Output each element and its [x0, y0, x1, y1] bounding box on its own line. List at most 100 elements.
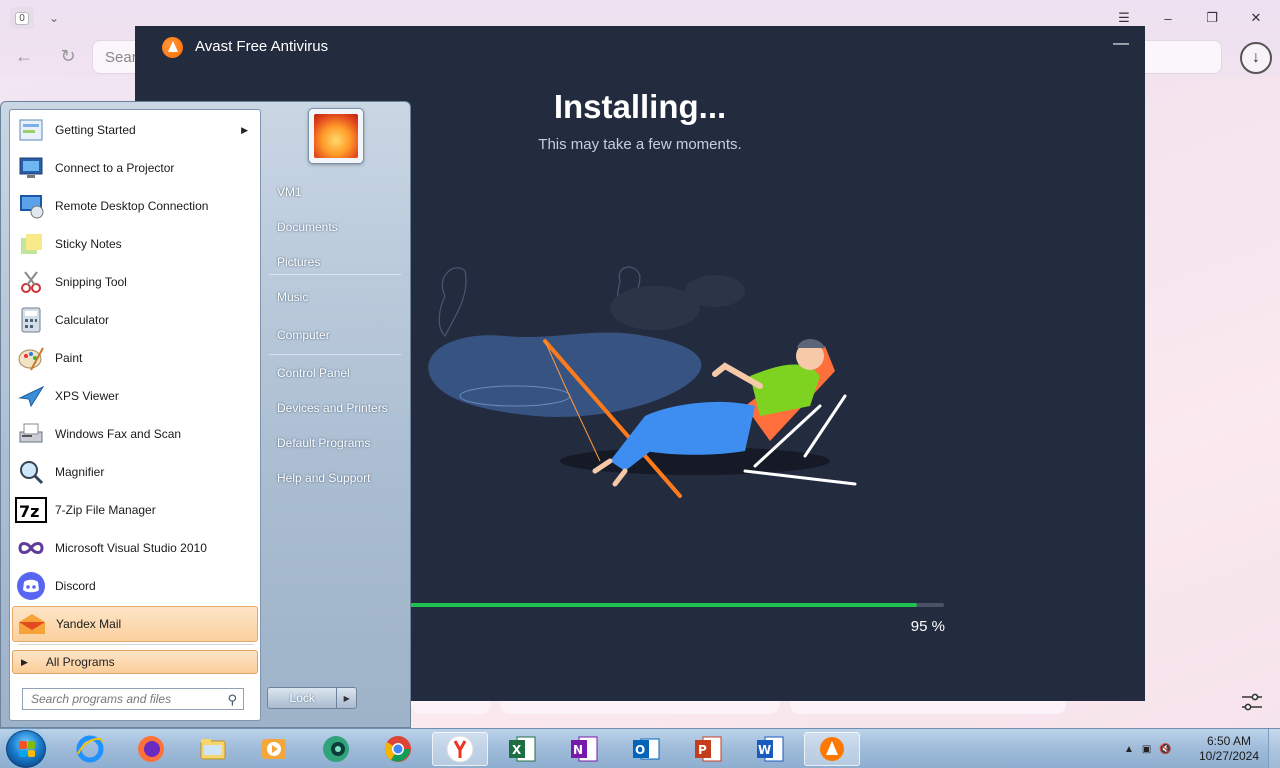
- start-menu-item-label: Windows Fax and Scan: [55, 427, 182, 441]
- fax-scan-icon: [14, 418, 48, 450]
- visual-studio-icon: [14, 532, 48, 564]
- tab-counter[interactable]: 0: [10, 7, 34, 29]
- start-menu-item[interactable]: Windows Fax and Scan: [12, 416, 258, 452]
- start-menu-item[interactable]: Microsoft Visual Studio 2010: [12, 530, 258, 566]
- calculator-icon: [14, 304, 48, 336]
- excel-icon: X: [507, 734, 537, 764]
- start-menu-item-label: 7-Zip File Manager: [55, 503, 156, 517]
- taskbar-app-button[interactable]: [185, 732, 241, 766]
- taskbar-clock[interactable]: 6:50 AM 10/27/2024: [1194, 734, 1264, 764]
- xps-viewer-icon: [14, 380, 48, 412]
- taskbar-app-button[interactable]: [804, 732, 860, 766]
- taskbar-app-button[interactable]: [308, 732, 364, 766]
- window-title: Avast Free Antivirus: [195, 38, 329, 55]
- taskbar-app-button[interactable]: [432, 732, 488, 766]
- start-menu-link[interactable]: Pictures: [277, 255, 320, 269]
- start-menu-item[interactable]: Discord: [12, 568, 258, 604]
- powerpoint-icon: P: [693, 734, 723, 764]
- word-icon: W: [755, 734, 785, 764]
- lock-label: Lock: [289, 691, 315, 705]
- firefox-icon: [136, 734, 166, 764]
- start-menu-item-label: Yandex Mail: [56, 617, 122, 631]
- sliders-icon[interactable]: [1240, 690, 1264, 714]
- start-menu-item[interactable]: 7z 7-Zip File Manager: [12, 492, 258, 528]
- avast-icon: [817, 734, 847, 764]
- remote-desktop-icon: [14, 190, 48, 222]
- restore-button[interactable]: ❐: [1194, 6, 1230, 30]
- all-programs-button[interactable]: ▶ All Programs: [12, 650, 258, 674]
- start-menu-item-label: Connect to a Projector: [55, 161, 175, 175]
- background-card: [500, 700, 780, 714]
- taskbar-app-button[interactable]: N: [556, 732, 612, 766]
- chevron-down-icon[interactable]: ⌄: [44, 8, 64, 28]
- start-menu-item[interactable]: Sticky Notes: [12, 226, 258, 262]
- reload-icon[interactable]: ↻: [54, 42, 82, 70]
- start-menu-item[interactable]: Paint: [12, 340, 258, 376]
- start-menu-link[interactable]: Help and Support: [277, 471, 370, 485]
- start-menu-item[interactable]: Getting Started ▶: [12, 112, 258, 148]
- clock-date: 10/27/2024: [1198, 749, 1260, 763]
- start-menu-link[interactable]: Devices and Printers: [277, 401, 388, 415]
- start-menu-programs-pane: Getting Started ▶ Connect to a Projector Re…: [9, 109, 261, 721]
- svg-text:W: W: [758, 743, 771, 757]
- network-icon[interactable]: ▣: [1142, 744, 1151, 755]
- taskbar-app-button[interactable]: [62, 732, 118, 766]
- start-menu-link[interactable]: Computer: [277, 328, 330, 342]
- start-menu-link[interactable]: VM1: [277, 185, 302, 199]
- user-avatar[interactable]: [308, 108, 364, 164]
- show-desktop-button[interactable]: [1268, 729, 1280, 768]
- start-menu-link[interactable]: Control Panel: [277, 366, 350, 380]
- taskbar-app-button[interactable]: P: [680, 732, 736, 766]
- start-menu-item[interactable]: Magnifier: [12, 454, 258, 490]
- download-icon[interactable]: ↓: [1240, 42, 1272, 74]
- paint-icon: [14, 342, 48, 374]
- taskbar-app-button[interactable]: [123, 732, 179, 766]
- tab-count-label: 0: [15, 11, 29, 25]
- svg-text:7z: 7z: [19, 502, 39, 521]
- start-menu-item-label: Getting Started: [55, 123, 136, 137]
- svg-text:P: P: [698, 743, 707, 757]
- start-menu-item[interactable]: Remote Desktop Connection: [12, 188, 258, 224]
- minimize-button[interactable]: —: [1111, 34, 1131, 54]
- start-menu-item-label: Microsoft Visual Studio 2010: [55, 541, 207, 555]
- onenote-icon: N: [569, 734, 599, 764]
- start-menu-item[interactable]: Connect to a Projector: [12, 150, 258, 186]
- power-options-arrow-icon[interactable]: ▶: [336, 688, 356, 708]
- start-menu-link[interactable]: Music: [277, 290, 308, 304]
- start-menu-link[interactable]: Default Programs: [277, 436, 370, 450]
- background-card: [790, 700, 1066, 714]
- start-menu-link[interactable]: Documents: [277, 220, 338, 234]
- svg-text:O: O: [635, 743, 645, 757]
- taskbar-app-button[interactable]: O: [618, 732, 674, 766]
- taskbar-app-button[interactable]: [370, 732, 426, 766]
- start-menu-item[interactable]: Snipping Tool: [12, 264, 258, 300]
- flower-picture-icon: [314, 114, 358, 158]
- taskbar-app-button[interactable]: [246, 732, 302, 766]
- triangle-right-icon: ▶: [241, 124, 248, 135]
- back-arrow-icon[interactable]: ←: [10, 42, 38, 70]
- show-hidden-icons-icon[interactable]: ▲: [1124, 744, 1134, 755]
- start-menu-item[interactable]: Calculator: [12, 302, 258, 338]
- magnifier-icon: [14, 456, 48, 488]
- all-programs-label: All Programs: [45, 655, 115, 669]
- background-card: [411, 700, 491, 714]
- start-menu-item-label: Remote Desktop Connection: [55, 199, 209, 213]
- fishing-illustration: [428, 266, 857, 498]
- start-menu-item[interactable]: XPS Viewer: [12, 378, 258, 414]
- taskbar-app-button[interactable]: W: [742, 732, 798, 766]
- chrome-icon: [383, 734, 413, 764]
- internet-explorer-icon: [75, 734, 105, 764]
- clock-time: 6:50 AM: [1206, 734, 1252, 748]
- start-button[interactable]: [6, 730, 46, 768]
- taskbar-app-button[interactable]: X: [494, 732, 550, 766]
- lock-button[interactable]: Lock ▶: [267, 687, 357, 709]
- start-search-input[interactable]: Search programs and files ⚲: [22, 688, 244, 710]
- start-menu-item[interactable]: Yandex Mail: [12, 606, 258, 642]
- volume-muted-icon[interactable]: 🔇: [1159, 744, 1171, 755]
- close-button[interactable]: ✕: [1238, 6, 1274, 30]
- minimize-button[interactable]: –: [1150, 6, 1186, 30]
- search-placeholder: Search programs and files: [31, 692, 172, 706]
- yandex-mail-icon: [15, 608, 49, 640]
- file-explorer-icon: [198, 734, 228, 764]
- media-player-icon: [259, 734, 289, 764]
